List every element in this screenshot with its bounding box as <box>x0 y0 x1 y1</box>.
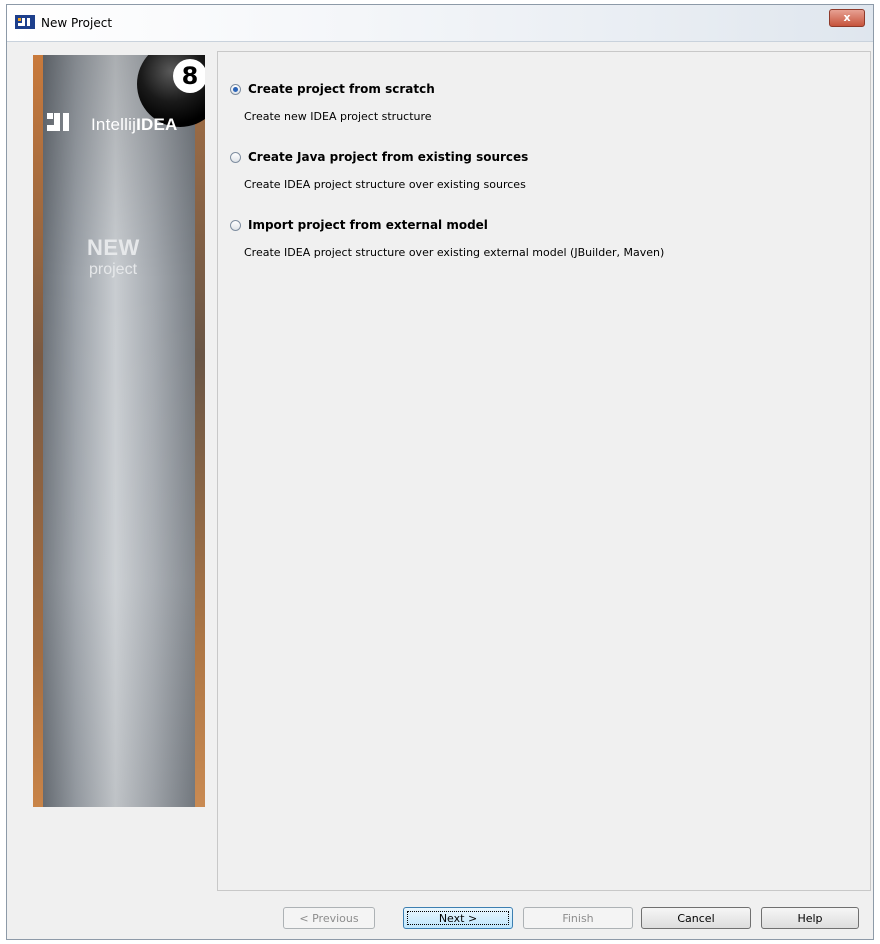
option-description: Create IDEA project structure over exist… <box>244 246 665 259</box>
option-title[interactable]: Create Java project from existing source… <box>248 150 528 164</box>
finish-button-label: Finish <box>562 912 594 925</box>
logo-bold-text: IDEA <box>136 115 178 134</box>
radio-import-external-model[interactable] <box>230 220 241 231</box>
title-bar: New Project x <box>7 5 873 42</box>
banner-right-stripe <box>195 55 205 807</box>
option-description: Create IDEA project structure over exist… <box>244 178 526 191</box>
previous-button-label: < Previous <box>299 912 359 925</box>
banner-project-label: project <box>89 261 138 278</box>
radio-create-from-scratch[interactable] <box>230 84 241 95</box>
banner-new-label: NEW <box>87 235 140 260</box>
eightball-number: 8 <box>173 59 205 93</box>
project-type-options: Create project from scratch Create new I… <box>217 51 871 891</box>
option-title[interactable]: Import project from external model <box>248 218 488 232</box>
window-title: New Project <box>41 16 113 30</box>
radio-java-from-existing-sources[interactable] <box>230 152 241 163</box>
intellij-logo-icon <box>47 113 69 131</box>
option-title[interactable]: Create project from scratch <box>248 82 435 96</box>
logo-light-text: Intellij <box>91 115 137 134</box>
intellij-idea-icon <box>15 15 35 29</box>
close-icon: x <box>843 11 851 24</box>
side-banner: 8 IntellijIDEA NEW project <box>33 55 205 807</box>
new-project-dialog: New Project x 8 IntellijIDEA NEW project… <box>6 4 874 940</box>
next-button[interactable]: Next > <box>403 907 513 929</box>
option-description: Create new IDEA project structure <box>244 110 432 123</box>
previous-button[interactable]: < Previous <box>283 907 375 929</box>
cancel-button[interactable]: Cancel <box>641 907 751 929</box>
next-button-label: Next > <box>438 912 478 925</box>
product-logo: IntellijIDEA <box>91 115 178 135</box>
help-button[interactable]: Help <box>761 907 859 929</box>
finish-button[interactable]: Finish <box>523 907 633 929</box>
cancel-button-label: Cancel <box>677 912 715 925</box>
close-button[interactable]: x <box>829 9 865 27</box>
banner-left-stripe <box>33 55 43 807</box>
help-button-label: Help <box>797 912 823 925</box>
